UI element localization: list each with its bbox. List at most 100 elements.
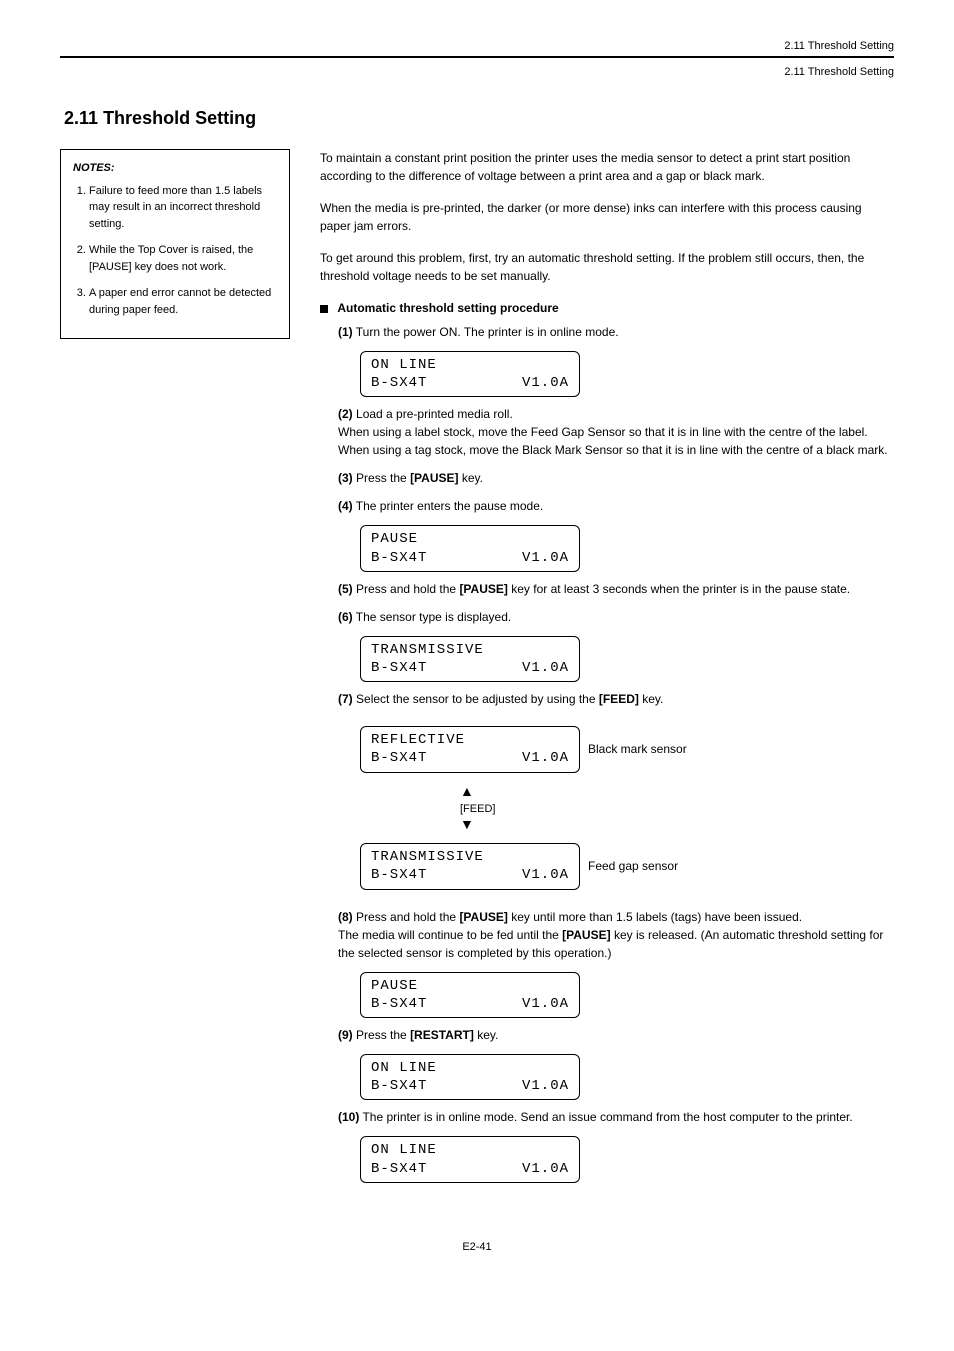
- step-text: Press and hold the: [356, 582, 456, 596]
- lcd-line1: TRANSMISSIVE: [371, 641, 484, 659]
- lcd-line1: ON LINE: [371, 1141, 437, 1159]
- lcd-display: TRANSMISSIVE B-SX4TV1.0A: [360, 636, 580, 682]
- step-number: (10): [338, 1110, 359, 1124]
- step-number: (7): [338, 692, 353, 706]
- lcd-display: ON LINE B-SX4T V1.0A: [360, 351, 580, 397]
- arrow-down-icon: ▼: [460, 816, 474, 832]
- pause-key-label: [PAUSE]: [459, 910, 507, 924]
- pause-key-label: [PAUSE]: [562, 928, 610, 942]
- arrow-up-icon: ▲: [460, 783, 474, 799]
- content-body: To maintain a constant print position th…: [320, 149, 894, 1191]
- step-text: The printer is in online mode. Send an i…: [362, 1110, 852, 1124]
- restart-key-label: [RESTART]: [410, 1028, 474, 1042]
- procedure-title: Automatic threshold setting procedure: [320, 299, 894, 317]
- lcd-display: PAUSE B-SX4T V1.0A: [360, 525, 580, 571]
- intro-para: To get around this problem, first, try a…: [320, 249, 894, 285]
- step-number: (4): [338, 499, 353, 513]
- header-text: 2.11 Threshold Setting: [60, 40, 894, 52]
- lcd-line1: ON LINE: [371, 1059, 437, 1077]
- lcd-model: B-SX4T: [371, 374, 427, 392]
- step-text: key.: [642, 692, 663, 706]
- step-text: Press and hold the: [356, 910, 456, 924]
- step-text: The media will continue to be fed until …: [338, 928, 559, 942]
- lcd-model: B-SX4T: [371, 995, 427, 1013]
- step-number: (6): [338, 610, 353, 624]
- step-9: (9) Press the [RESTART] key.: [338, 1026, 894, 1044]
- procedure-label: Automatic threshold setting procedure: [337, 301, 558, 315]
- feed-key-label: [FEED]: [599, 692, 639, 706]
- step-text: key is released.: [614, 928, 697, 942]
- sensor-label: Feed gap sensor: [588, 857, 678, 875]
- lcd-model: B-SX4T: [371, 549, 427, 567]
- step-text: The sensor type is displayed.: [356, 610, 511, 624]
- step-text: Press the: [356, 1028, 407, 1042]
- section-number: 2.11: [64, 108, 98, 128]
- note-item: A paper end error cannot be detected dur…: [89, 285, 277, 318]
- notes-box: NOTES: Failure to feed more than 1.5 lab…: [60, 149, 290, 339]
- step-number: (2): [338, 407, 353, 421]
- step-text: When using a tag stock, move the Black M…: [338, 443, 888, 457]
- feed-key-label: [FEED]: [460, 803, 495, 815]
- lcd-version: V1.0A: [522, 1077, 569, 1095]
- step-number: (9): [338, 1028, 353, 1042]
- step-6: (6) The sensor type is displayed.: [338, 608, 894, 626]
- section-title: 2.11 Threshold Setting: [60, 108, 894, 129]
- step-text: key.: [462, 471, 483, 485]
- pause-key-label: [PAUSE]: [410, 471, 458, 485]
- sensor-label: Black mark sensor: [588, 740, 687, 758]
- intro-para: When the media is pre-printed, the darke…: [320, 199, 894, 235]
- lcd-model: B-SX4T: [371, 866, 427, 884]
- lcd-line1: PAUSE: [371, 530, 418, 548]
- lcd-version: V1.0A: [522, 749, 569, 767]
- notes-title: NOTES:: [73, 160, 277, 177]
- step-number: (8): [338, 910, 353, 924]
- header-divider: [60, 56, 894, 58]
- step-7: (7) Select the sensor to be adjusted by …: [338, 690, 894, 708]
- step-number: (5): [338, 582, 353, 596]
- lcd-version: V1.0A: [522, 995, 569, 1013]
- step-text: key for at least 3 seconds when the prin…: [511, 582, 850, 596]
- step-text: Press the: [356, 471, 407, 485]
- step-8: (8) Press and hold the [PAUSE] key until…: [338, 908, 894, 962]
- lcd-line1: PAUSE: [371, 977, 418, 995]
- step-4: (4) The printer enters the pause mode.: [338, 497, 894, 515]
- step-text: The printer enters the pause mode.: [356, 499, 543, 513]
- lcd-version: V1.0A: [522, 374, 569, 392]
- step-1: (1) Turn the power ON. The printer is in…: [338, 323, 894, 341]
- lcd-line1: TRANSMISSIVE: [371, 848, 484, 866]
- main-container: NOTES: Failure to feed more than 1.5 lab…: [60, 149, 894, 1191]
- step-text: key until more than 1.5 labels (tags) ha…: [511, 910, 802, 924]
- lcd-version: V1.0A: [522, 659, 569, 677]
- step-number: (3): [338, 471, 353, 485]
- lcd-version: V1.0A: [522, 866, 569, 884]
- step-text: key.: [477, 1028, 498, 1042]
- arrow-up-down: ▲ [FEED] ▼: [460, 783, 894, 834]
- step-text: Turn the power ON. The printer is in onl…: [356, 325, 619, 339]
- step-2: (2) Load a pre-printed media roll. When …: [338, 405, 894, 459]
- pause-key-label: [PAUSE]: [459, 582, 507, 596]
- page-num-top: 2.11 Threshold Setting: [60, 66, 894, 78]
- lcd-display: ON LINE B-SX4T V1.0A: [360, 1054, 580, 1100]
- bullet-square-icon: [320, 305, 328, 313]
- note-item: Failure to feed more than 1.5 labels may…: [89, 183, 277, 233]
- step-10: (10) The printer is in online mode. Send…: [338, 1108, 894, 1126]
- lcd-model: B-SX4T: [371, 1160, 427, 1178]
- footer-page-number: E2-41: [60, 1241, 894, 1253]
- section-name: Threshold Setting: [103, 108, 256, 128]
- step-text: Load a pre-printed media roll.: [356, 407, 513, 421]
- lcd-display: TRANSMISSIVE B-SX4T V1.0A: [360, 843, 580, 889]
- lcd-display: REFLECTIVE B-SX4TV1.0A: [360, 726, 580, 772]
- lcd-version: V1.0A: [522, 549, 569, 567]
- lcd-display: ON LINE B-SX4T V1.0A: [360, 1136, 580, 1182]
- lcd-line1: ON LINE: [371, 356, 437, 374]
- step-number: (1): [338, 325, 353, 339]
- lcd-line1: REFLECTIVE: [371, 731, 465, 749]
- lcd-display: PAUSE B-SX4T V1.0A: [360, 972, 580, 1018]
- step-3: (3) Press the [PAUSE] key.: [338, 469, 894, 487]
- note-item: While the Top Cover is raised, the [PAUS…: [89, 242, 277, 275]
- intro-para: To maintain a constant print position th…: [320, 149, 894, 185]
- lcd-model: B-SX4T: [371, 1077, 427, 1095]
- step-text: Select the sensor to be adjusted by usin…: [356, 692, 596, 706]
- lcd-version: V1.0A: [522, 1160, 569, 1178]
- step-text: When using a label stock, move the Feed …: [338, 425, 868, 439]
